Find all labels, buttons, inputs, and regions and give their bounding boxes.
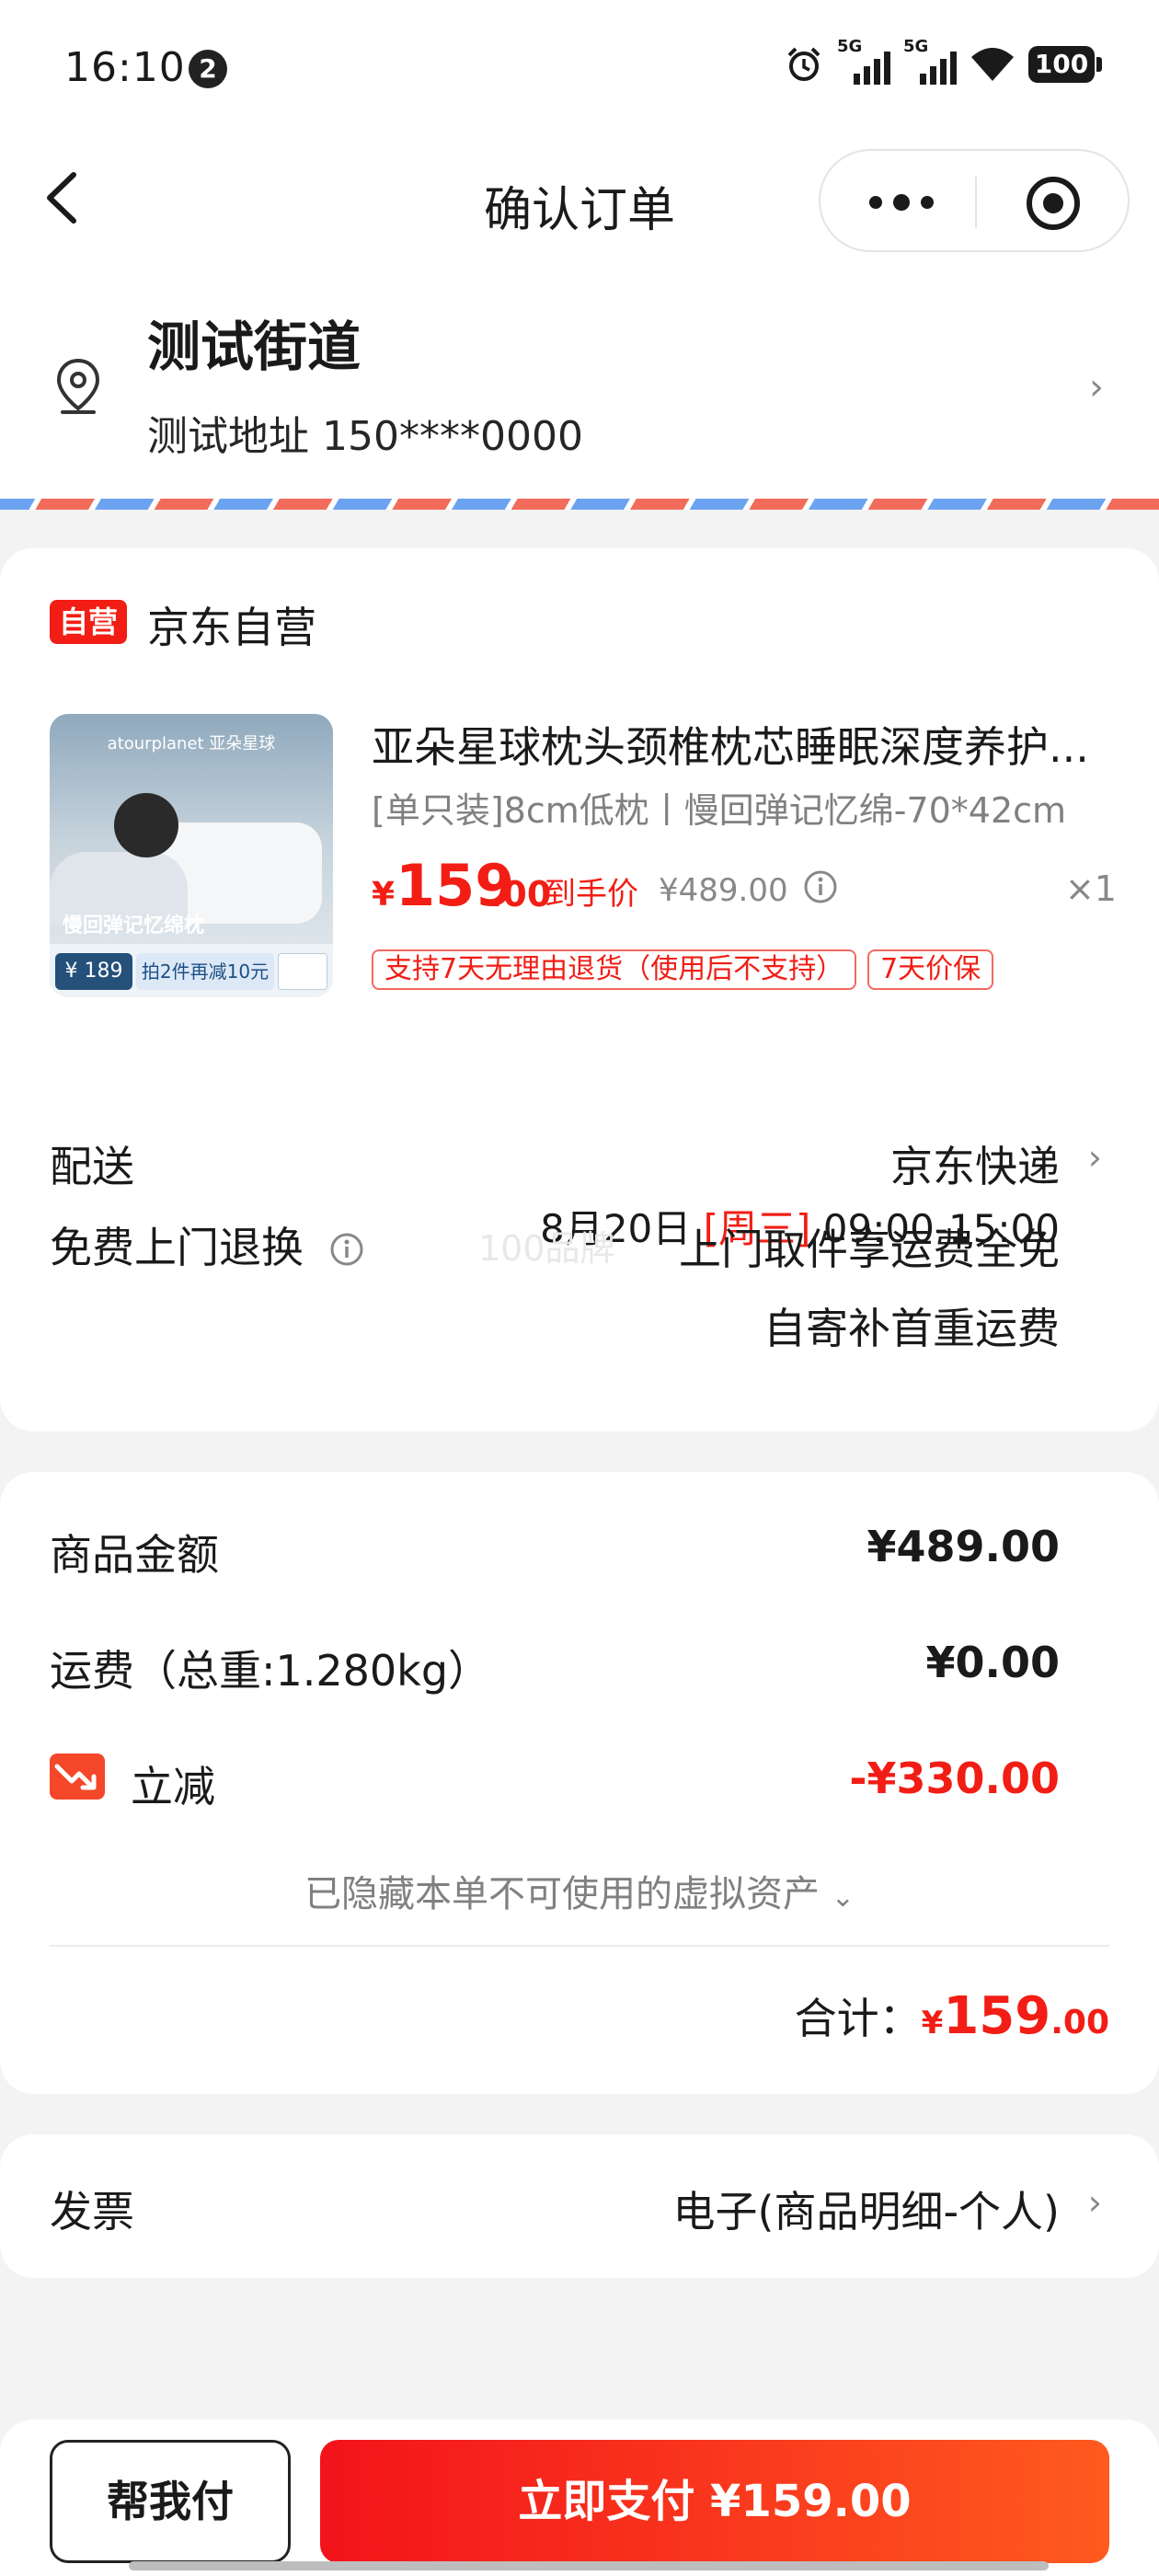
notification-count-badge: 2 bbox=[189, 50, 227, 88]
nav-bar: 确认订单 bbox=[0, 138, 1159, 258]
shipping-fee-value: ¥0.00 bbox=[925, 1638, 1060, 1687]
more-dots-icon[interactable] bbox=[866, 184, 936, 221]
product-image-brand: atourplanet 亚朵星球 bbox=[107, 734, 276, 753]
hidden-assets-toggle[interactable]: 已隐藏本单不可使用的虚拟资产 ⌄ bbox=[0, 1864, 1159, 1917]
close-target-icon[interactable] bbox=[1025, 175, 1082, 232]
product-image[interactable]: atourplanet 亚朵星球 慢回弹记忆绵枕 ¥ 189 拍2件再减10元 bbox=[50, 714, 333, 997]
instant-discount-label: 立减 bbox=[131, 1762, 215, 1811]
service-badges: 支持7天无理由退货（使用后不支持） 7天价保 bbox=[372, 949, 994, 990]
free-return-text: 免费上门退换 bbox=[50, 1223, 304, 1272]
hidden-assets-text: 已隐藏本单不可使用的虚拟资产 bbox=[304, 1873, 820, 1915]
home-indicator bbox=[129, 2561, 1049, 2570]
total-integer: 159 bbox=[943, 1986, 1051, 2046]
image-thumbnail bbox=[278, 953, 327, 990]
price-summary-card: 商品金额 ¥489.00 运费（总重:1.280kg） ¥0.00 立减 -¥3… bbox=[0, 1472, 1159, 2094]
invoice-value: 电子(商品明细-个人) bbox=[672, 2187, 1061, 2237]
battery-indicator: 100 bbox=[1028, 46, 1102, 83]
pay-now-button[interactable]: 立即支付 ¥159.00 bbox=[320, 2440, 1109, 2563]
price-currency: ¥ bbox=[372, 876, 396, 914]
original-price: ¥489.00 bbox=[659, 872, 788, 909]
goods-amount-value: ¥489.00 bbox=[866, 1522, 1060, 1571]
location-pin-icon bbox=[56, 358, 100, 414]
instant-discount-value: -¥330.00 bbox=[849, 1754, 1060, 1803]
return-policy-badge: 支持7天无理由退货（使用后不支持） bbox=[372, 949, 857, 990]
price-protect-badge: 7天价保 bbox=[867, 949, 994, 990]
chevron-right-icon: › bbox=[1087, 1137, 1102, 1178]
discount-down-icon bbox=[50, 1754, 105, 1800]
signal-5g-icon-2: 5G bbox=[903, 37, 957, 86]
self-operated-tag: 自营 bbox=[50, 600, 128, 644]
alarm-icon bbox=[787, 47, 820, 81]
model-head-shape bbox=[114, 793, 178, 857]
price-row: ¥ 159 .00 到手价 ¥489.00 ×1 bbox=[372, 852, 1117, 919]
signal-5g-icon-1: 5G bbox=[837, 37, 890, 86]
delivery-label: 配送 bbox=[50, 1142, 134, 1191]
order-total: 合计：¥159.00 bbox=[795, 1985, 1109, 2046]
capsule-divider bbox=[975, 177, 977, 228]
goods-amount-label: 商品金额 bbox=[50, 1530, 219, 1580]
shipping-address[interactable]: 测试街道 测试地址 150****0000 › bbox=[0, 258, 1159, 499]
summary-divider bbox=[50, 1945, 1109, 1947]
status-bar: 16:10 2 5G 5G 100 bbox=[0, 0, 1159, 138]
free-return-label: 免费上门退换 bbox=[50, 1214, 365, 1275]
return-pickup-info: 上门取件享运费全免 bbox=[679, 1225, 1060, 1274]
invoice-label: 发票 bbox=[50, 2187, 134, 2237]
miniprogram-capsule bbox=[819, 149, 1130, 252]
order-item-card: 自营 京东自营 atourplanet 亚朵星球 慢回弹记忆绵枕 ¥ 189 拍… bbox=[0, 548, 1159, 1432]
total-label: 合计： bbox=[794, 1994, 922, 2043]
address-detail: 测试地址 150****0000 bbox=[147, 413, 583, 460]
chevron-right-icon: › bbox=[1089, 366, 1104, 408]
shipping-fee-label: 运费（总重:1.280kg） bbox=[50, 1646, 491, 1696]
bottom-action-bar: 帮我付 立即支付 ¥159.00 bbox=[0, 2420, 1159, 2576]
chevron-down-icon: ⌄ bbox=[831, 1881, 855, 1914]
image-promo-text: 拍2件再减10元 bbox=[136, 953, 274, 990]
product-title[interactable]: 亚朵星球枕头颈椎枕芯睡眠深度养护... bbox=[372, 714, 1107, 775]
price-decimal: .00 bbox=[489, 874, 552, 914]
info-icon[interactable] bbox=[802, 868, 839, 905]
quantity: ×1 bbox=[1064, 868, 1117, 909]
image-price-chip: ¥ 189 bbox=[55, 953, 132, 990]
airmail-stripe bbox=[0, 499, 1159, 510]
system-icons: 5G 5G 100 bbox=[784, 37, 1102, 86]
help-me-pay-button[interactable]: 帮我付 bbox=[50, 2440, 291, 2563]
invoice-card[interactable]: 发票 电子(商品明细-个人) › bbox=[0, 2134, 1159, 2278]
product-spec: [单只装]8cm低枕丨慢回弹记忆绵-70*42cm bbox=[372, 790, 1067, 831]
status-time: 16:10 bbox=[64, 44, 186, 91]
delivery-carrier[interactable]: 京东快递 bbox=[890, 1133, 1060, 1194]
total-currency: ¥ bbox=[921, 2005, 944, 2041]
return-self-send-info: 自寄补首重运费 bbox=[763, 1304, 1060, 1353]
product-image-caption: 慢回弹记忆绵枕 bbox=[63, 914, 205, 937]
chevron-right-icon: › bbox=[1087, 2182, 1102, 2223]
wifi-icon bbox=[971, 48, 1014, 81]
info-icon[interactable] bbox=[328, 1231, 365, 1268]
address-title: 测试街道 bbox=[147, 316, 361, 378]
total-decimal: .00 bbox=[1050, 2004, 1109, 2041]
watermark-text: 100品牌 bbox=[478, 1228, 615, 1269]
final-price-label: 到手价 bbox=[545, 876, 638, 913]
store-name: 京东自营 bbox=[147, 603, 316, 652]
